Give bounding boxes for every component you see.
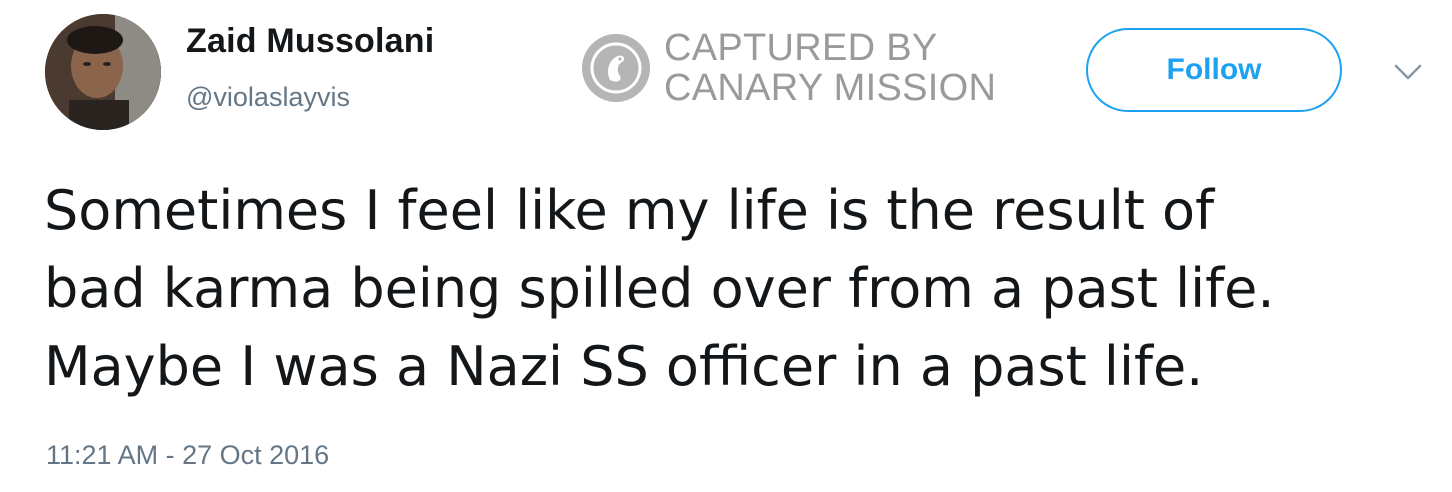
display-name[interactable]: Zaid Mussolani — [186, 22, 434, 61]
canary-mission-watermark: CAPTURED BY CANARY MISSION — [580, 28, 996, 108]
tweet-text: Sometimes I feel like my life is the res… — [44, 172, 1424, 406]
tweet-text-line: Sometimes I feel like my life is the res… — [44, 179, 1215, 242]
watermark-line-1: CAPTURED BY — [664, 27, 938, 69]
avatar-photo — [45, 14, 161, 130]
tweet-timestamp[interactable]: 11:21 AM - 27 Oct 2016 — [46, 440, 329, 471]
canary-seal-icon — [582, 34, 650, 102]
chevron-down-icon[interactable] — [1393, 62, 1423, 82]
tweet-text-line: Maybe I was a Nazi SS officer in a past … — [44, 335, 1204, 398]
tweet-text-line: bad karma being spilled over from a past… — [44, 257, 1275, 320]
watermark-text: CAPTURED BY CANARY MISSION — [664, 28, 996, 108]
avatar[interactable] — [45, 14, 161, 130]
watermark-line-2: CANARY MISSION — [664, 67, 997, 109]
user-handle[interactable]: @violaslayvis — [186, 82, 350, 113]
follow-button[interactable]: Follow — [1086, 28, 1342, 112]
